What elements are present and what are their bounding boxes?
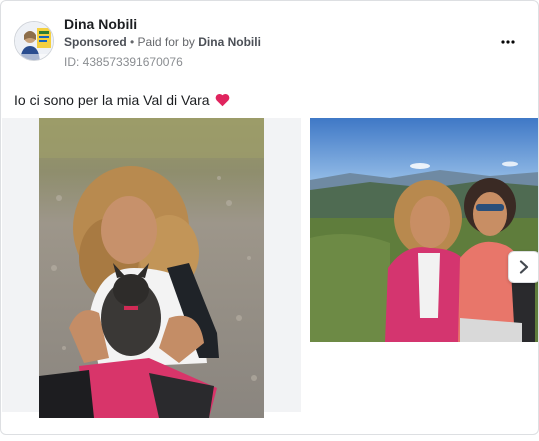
advertiser-name[interactable]: Dina Nobili [64,16,137,32]
sponsored-label: Sponsored [64,35,127,49]
chevron-right-icon [519,260,529,274]
advertiser-avatar[interactable] [14,21,54,61]
carousel-next-button[interactable] [508,251,538,283]
photo-woman-with-dog[interactable] [39,118,264,418]
meta-separator: • [126,35,138,49]
paid-for-name: Dina Nobili [198,35,261,49]
media-carousel[interactable] [1,118,538,418]
ad-id: ID: 438573391670076 [64,55,183,69]
photo-two-women-mountains[interactable] [310,118,538,342]
caption-text: Io ci sono per la mia Val di Vara [14,92,210,108]
post-caption: Io ci sono per la mia Val di Vara [14,92,230,108]
more-horizontal-icon [501,40,515,44]
paid-for-prefix: Paid for by [137,35,199,49]
heart-icon [215,93,230,107]
sponsored-meta: Sponsored • Paid for by Dina Nobili [64,35,261,49]
avatar-image [15,22,53,60]
more-options-button[interactable] [496,32,520,52]
ad-post-card: Dina Nobili Sponsored • Paid for by Dina… [0,0,539,435]
